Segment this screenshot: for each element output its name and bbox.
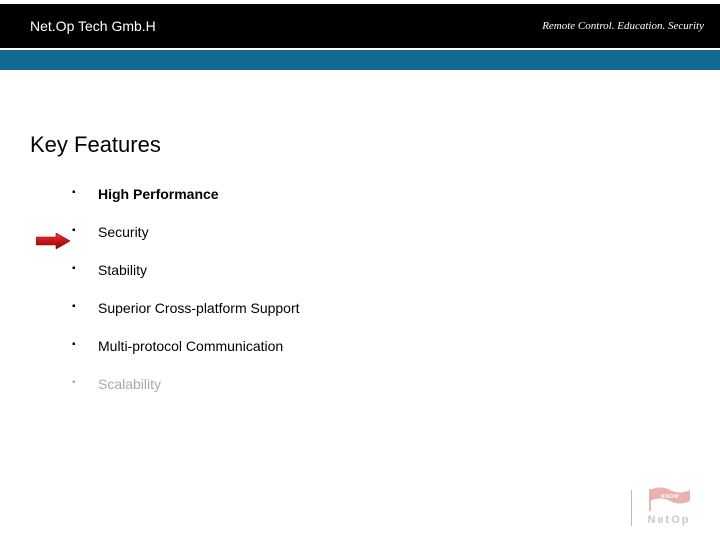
list-item: Security [72, 224, 690, 240]
feature-list: High Performance Security Stability Supe… [30, 186, 690, 392]
page-title: Key Features [30, 132, 690, 158]
list-item-label: Stability [98, 262, 147, 278]
list-item-label: Security [98, 224, 149, 240]
flag-icon: KNOW [646, 487, 692, 511]
footer-divider [631, 490, 632, 526]
header-accent-bar [0, 48, 720, 70]
slide-body: Key Features High Performance Security S… [0, 70, 720, 392]
list-item: Stability [72, 262, 690, 278]
list-item-label: Superior Cross-platform Support [98, 300, 300, 316]
list-item-label: Scalability [98, 376, 161, 392]
company-name: Net.Op Tech Gmb.H [30, 18, 156, 34]
list-item: High Performance [72, 186, 690, 202]
slide: Net.Op Tech Gmb.H Remote Control. Educat… [0, 0, 720, 540]
list-item: Superior Cross-platform Support [72, 300, 690, 316]
list-item-label: High Performance [98, 186, 219, 202]
list-item: Scalability [72, 376, 690, 392]
arrow-right-icon [36, 233, 70, 249]
footer-logo: KNOW NetOp [646, 487, 692, 526]
svg-text:KNOW: KNOW [661, 494, 679, 500]
footer-brand: NetOp [648, 514, 691, 526]
header-bar: Net.Op Tech Gmb.H Remote Control. Educat… [0, 0, 720, 48]
list-item: Multi-protocol Communication [72, 338, 690, 354]
list-item-label: Multi-protocol Communication [98, 338, 283, 354]
footer: KNOW NetOp [631, 487, 692, 526]
header-tagline: Remote Control. Education. Security [542, 20, 704, 32]
